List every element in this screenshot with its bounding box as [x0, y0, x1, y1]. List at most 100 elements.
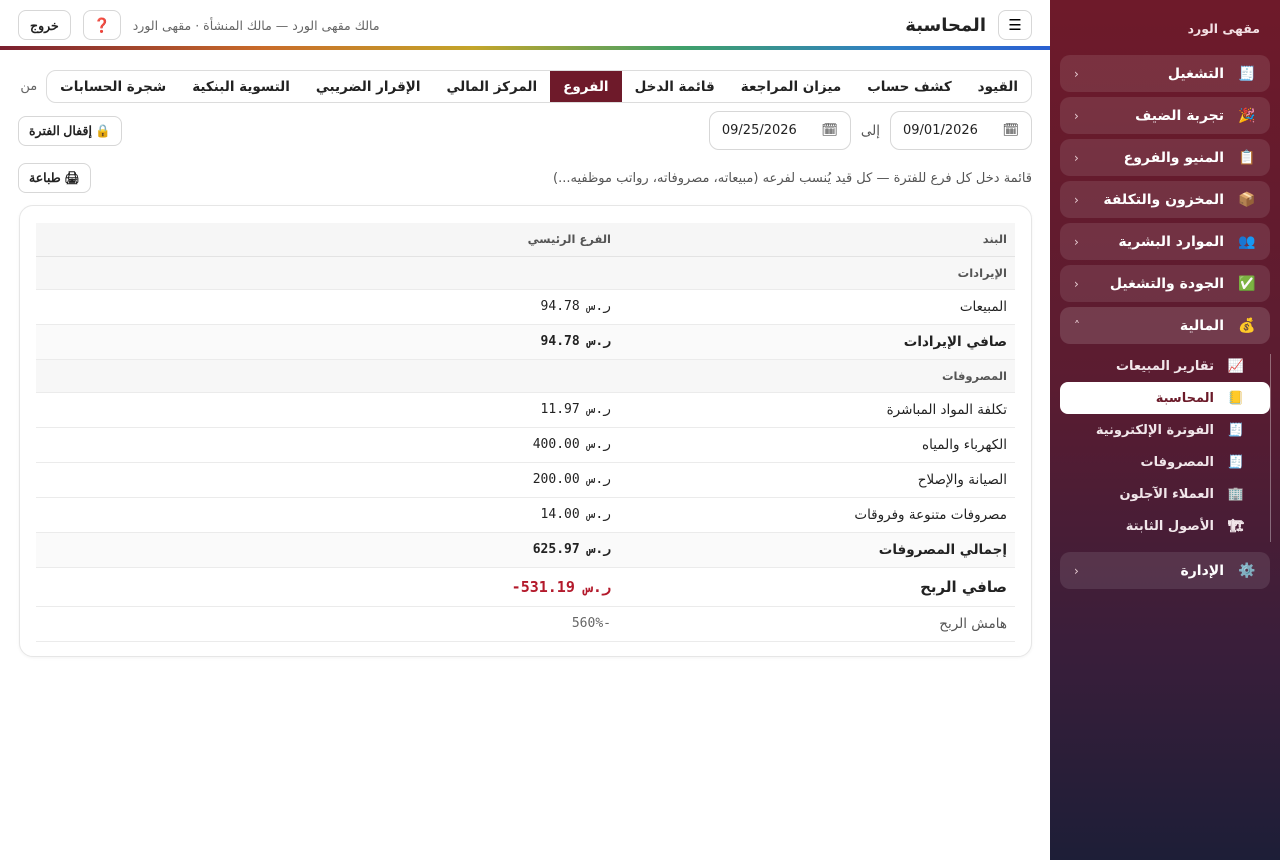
nav-group-label: المنيو والفروع	[1123, 149, 1224, 166]
row-amount: ر.س 625.97	[36, 532, 619, 568]
table-row: مصروفات متنوعة وفروقات ر.س 14.00	[36, 497, 1015, 533]
row-label: مصروفات متنوعة وفروقات	[619, 497, 1015, 533]
sidebar-item-label: المصروفات	[1140, 454, 1215, 470]
nav-group-label: التشغيل	[1167, 65, 1224, 82]
chevron-left-icon: ‹	[1074, 108, 1079, 123]
tab-trial-balance[interactable]: ميزان المراجعة	[728, 71, 854, 102]
column-header-main-branch: الفرع الرئيسي	[36, 223, 619, 257]
sidebar-item-sales-reports[interactable]: 📈 تقارير المبيعات	[1060, 350, 1260, 382]
chevron-left-icon: ‹	[1074, 234, 1079, 249]
nav-group-label: الإدارة	[1180, 562, 1224, 579]
row-amount: ر.س 94.78	[36, 324, 619, 360]
menu-toggle-button[interactable]: ☰	[998, 10, 1032, 40]
table-row: الكهرباء والمياه ر.س 400.00	[36, 427, 1015, 463]
calendar-icon[interactable]: 🗓	[821, 123, 838, 138]
calendar-icon[interactable]: 🗓	[1002, 123, 1019, 138]
net-profit-row: صافي الربح ر.س 531.19-	[36, 566, 1015, 607]
date-to-label: إلى	[860, 122, 880, 139]
tab-balance-sheet[interactable]: المركز المالي	[433, 71, 550, 102]
nav-group-hr[interactable]: 👥 الموارد البشرية ‹	[1060, 223, 1270, 260]
report-description-row: قائمة دخل كل فرع للفترة — كل قيد يُنسب ل…	[18, 163, 1032, 193]
sidebar-item-label: المحاسبة	[1155, 390, 1214, 406]
profit-margin-row: هامش الربح -560%	[36, 606, 1015, 642]
ledger-icon: 📒	[1227, 390, 1245, 406]
print-button[interactable]: 🖨 طباعة	[18, 163, 92, 193]
chevron-left-icon: ‹	[1074, 192, 1079, 207]
nav-group-finance[interactable]: 💰 المالية ˄	[1060, 307, 1270, 344]
nav-group-label: المالية	[1179, 317, 1224, 334]
period-filter-row: 09/01/2026 🗓 إلى 09/25/2026 🗓 🔒 إقفال ال…	[18, 111, 1032, 150]
section-row-expenses: المصروفات	[36, 359, 1015, 393]
sidebar-item-accounting[interactable]: 📒 المحاسبة	[1060, 382, 1270, 414]
help-icon: ❓	[93, 16, 111, 33]
date-to-input[interactable]: 09/25/2026 🗓	[708, 111, 851, 150]
office-building-icon: 🏢	[1227, 486, 1245, 502]
tab-income-statement[interactable]: قائمة الدخل	[622, 71, 728, 102]
accounting-tabs: القيود كشف حساب ميزان المراجعة قائمة الد…	[46, 70, 1032, 103]
page-title: المحاسبة	[905, 14, 986, 36]
row-label: الكهرباء والمياه	[619, 427, 1015, 463]
date-from-value: 09/01/2026	[903, 123, 978, 138]
receipt-icon: 🧾	[1238, 65, 1256, 82]
lock-period-button[interactable]: 🔒 إقفال الفترة	[18, 115, 122, 146]
chevron-left-icon: ‹	[1074, 150, 1079, 165]
row-label: إجمالي المصروفات	[619, 532, 1015, 568]
chart-icon: 📈	[1227, 358, 1245, 374]
subtotal-row-net-revenue: صافي الإيرادات ر.س 94.78	[36, 324, 1015, 360]
tab-account-statement[interactable]: كشف حساب	[854, 71, 964, 102]
clipboard-icon: 📋	[1238, 149, 1256, 166]
date-to-value: 09/25/2026	[721, 123, 797, 138]
chevron-up-icon: ˄	[1074, 318, 1080, 333]
sidebar-item-credit-customers[interactable]: 🏢 العملاء الآجلون	[1060, 478, 1260, 510]
nav-group-label: الجودة والتشغيل	[1109, 275, 1224, 292]
subtotal-row-total-expenses: إجمالي المصروفات ر.س 625.97	[36, 532, 1015, 568]
nav-group-guest-experience[interactable]: 🎉 تجربة الضيف ‹	[1060, 97, 1270, 134]
sidebar-item-label: تقارير المبيعات	[1115, 358, 1214, 374]
report-description: قائمة دخل كل فرع للفترة — كل قيد يُنسب ل…	[553, 170, 1032, 186]
tab-tax-return[interactable]: الإقرار الضريبي	[303, 71, 434, 102]
nav-group-menu-branches[interactable]: 📋 المنيو والفروع ‹	[1060, 139, 1270, 176]
table-row: تكلفة المواد المباشرة ر.س 11.97	[36, 392, 1015, 428]
main-content: القيود كشف حساب ميزان المراجعة قائمة الد…	[0, 50, 1050, 860]
chevron-left-icon: ‹	[1074, 563, 1079, 578]
nav-group-label: الموارد البشرية	[1118, 233, 1224, 250]
row-label: هامش الربح	[619, 606, 1015, 642]
tab-chart-of-accounts[interactable]: شجرة الحسابات	[47, 71, 179, 102]
help-button[interactable]: ❓	[82, 10, 121, 40]
user-info: مالك مقهى الورد — مالك المنشأة · مقهى ال…	[132, 17, 380, 33]
tab-bank-reconciliation[interactable]: التسوية البنكية	[179, 71, 303, 102]
package-icon: 📦	[1238, 191, 1256, 208]
income-table: البند الفرع الرئيسي الإيرادات المبيعات ر…	[36, 223, 1015, 642]
date-from-input[interactable]: 09/01/2026 🗓	[890, 111, 1032, 150]
receipt-icon: 🧾	[1227, 422, 1245, 438]
nav-group-administration[interactable]: ⚙️ الإدارة ‹	[1060, 552, 1270, 589]
sidebar: مقهى الورد 🧾 التشغيل ‹ 🎉 تجربة الضيف ‹ 📋…	[1050, 0, 1280, 860]
nav-group-inventory-costing[interactable]: 📦 المخزون والتكلفة ‹	[1060, 181, 1270, 218]
nav-group-quality[interactable]: ✅ الجودة والتشغيل ‹	[1060, 265, 1270, 302]
chevron-left-icon: ‹	[1074, 66, 1079, 81]
party-icon: 🎉	[1238, 107, 1256, 124]
money-bag-icon: 💰	[1238, 317, 1256, 334]
section-row-revenue: الإيرادات	[36, 256, 1015, 290]
row-label: الصيانة والإصلاح	[619, 462, 1015, 498]
tab-branches[interactable]: الفروع	[550, 71, 622, 102]
logout-button[interactable]: خروج	[18, 10, 71, 40]
table-row: الصيانة والإصلاح ر.س 200.00	[36, 462, 1015, 498]
row-label: صافي الإيرادات	[619, 324, 1015, 360]
sidebar-item-e-invoicing[interactable]: 🧾 الفوترة الإلكترونية	[1060, 414, 1260, 446]
nav-group-label: المخزون والتكلفة	[1103, 191, 1224, 208]
sidebar-item-expenses[interactable]: 🧾 المصروفات	[1060, 446, 1260, 478]
tab-journal-entries[interactable]: القيود	[965, 71, 1031, 102]
section-title: الإيرادات	[36, 256, 1015, 290]
row-amount: ر.س 94.78	[36, 289, 619, 325]
accounting-tabs-row: القيود كشف حساب ميزان المراجعة قائمة الد…	[20, 70, 1032, 103]
table-header-row: البند الفرع الرئيسي	[36, 223, 1015, 257]
nav-group-operations[interactable]: 🧾 التشغيل ‹	[1060, 55, 1270, 92]
row-amount: ر.س 11.97	[36, 392, 619, 428]
sidebar-item-label: العملاء الآجلون	[1119, 486, 1215, 502]
sidebar-item-label: الفوترة الإلكترونية	[1095, 422, 1214, 438]
checkmark-icon: ✅	[1238, 275, 1256, 292]
sidebar-item-fixed-assets[interactable]: 🏗 الأصول الثابتة	[1060, 510, 1260, 542]
hamburger-icon: ☰	[1008, 17, 1022, 34]
construction-icon: 🏗	[1227, 518, 1245, 534]
